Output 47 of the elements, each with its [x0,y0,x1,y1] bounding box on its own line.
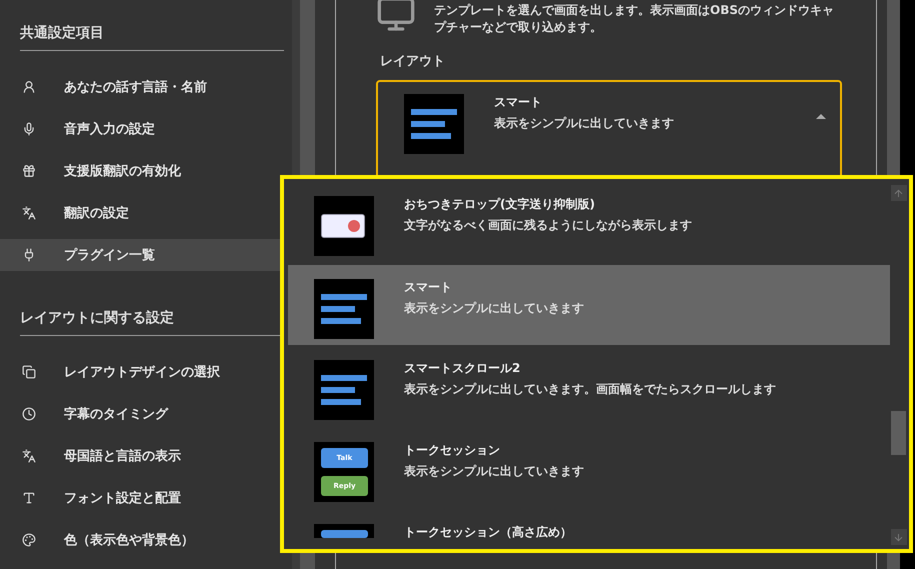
gift-icon [22,164,36,178]
option-title: スマート [404,279,453,296]
dropdown-option[interactable]: スマートスクロール2 表示をシンプルに出していきます。画面幅をでたらスクロールします [288,347,890,427]
option-description: 表示をシンプルに出していきます [494,115,674,132]
sidebar-item[interactable]: プラグイン一覧 [0,239,280,271]
section-heading: 共通設定項目 [20,20,284,51]
dropdown-option[interactable]: スマート 表示をシンプルに出していきます [288,265,890,345]
sidebar-item[interactable]: フォント設定と配置 [0,482,280,514]
sidebar-item[interactable]: レイアウトデザインの選択 [0,356,280,388]
option-title: トークセッション（高さ広め） [404,524,572,541]
lines-thumbnail [314,279,374,339]
dropdown-option[interactable]: トークセッション（高さ広め） [288,511,890,549]
translate-icon [22,449,36,463]
palette-icon [22,533,36,547]
translate-icon [22,206,36,220]
arrow-down-icon [893,532,904,542]
scroll-up-button[interactable] [890,185,906,201]
option-description: 表示をシンプルに出していきます。画面幅をでたらスクロールします [404,381,776,398]
layout-heading: レイアウト [380,53,446,70]
sidebar-item[interactable]: 字幕のタイミング [0,398,280,430]
sidebar-item[interactable]: 翻訳の設定 [0,197,280,229]
clock-icon [22,407,36,421]
option-description: 文字がなるべく画面に残るようにしながら表示します [404,217,692,234]
option-description: 表示をシンプルに出していきます [404,463,584,480]
scroll-down-button[interactable] [890,529,906,545]
arrow-up-icon [893,188,904,198]
description-text: テンプレートを選んで画面を出します。表示画面はOBSのウィンドウキャプチャーなどで取り込めます。 [434,2,834,36]
option-title: トークセッション [404,442,501,459]
sidebar-item[interactable]: 支援版翻訳の有効化 [0,155,280,187]
option-title: おちつきテロップ(文字送り抑制版) [404,196,596,213]
mic-icon [22,122,36,136]
option-description: 表示をシンプルに出していきます [404,300,584,317]
scrollbar-thumb[interactable] [891,411,906,455]
lines-thumbnail [404,94,464,154]
person-icon [22,80,36,94]
talk-thumbnail [314,524,374,538]
option-title: スマートスクロール2 [404,360,522,377]
sidebar-item[interactable]: 母国語と言語の表示 [0,440,280,472]
sidebar-item[interactable]: あなたの話す言語・名前 [0,71,280,103]
sidebar-item[interactable]: 色（表示色や背景色） [0,524,280,556]
telop-thumbnail [314,196,374,256]
sidebar-item[interactable]: 音声入力の設定 [0,113,280,145]
plug-icon [22,248,36,262]
option-title: スマート [494,94,543,111]
font-icon [22,491,36,505]
windows-icon [22,365,36,379]
lines-thumbnail [314,360,374,420]
